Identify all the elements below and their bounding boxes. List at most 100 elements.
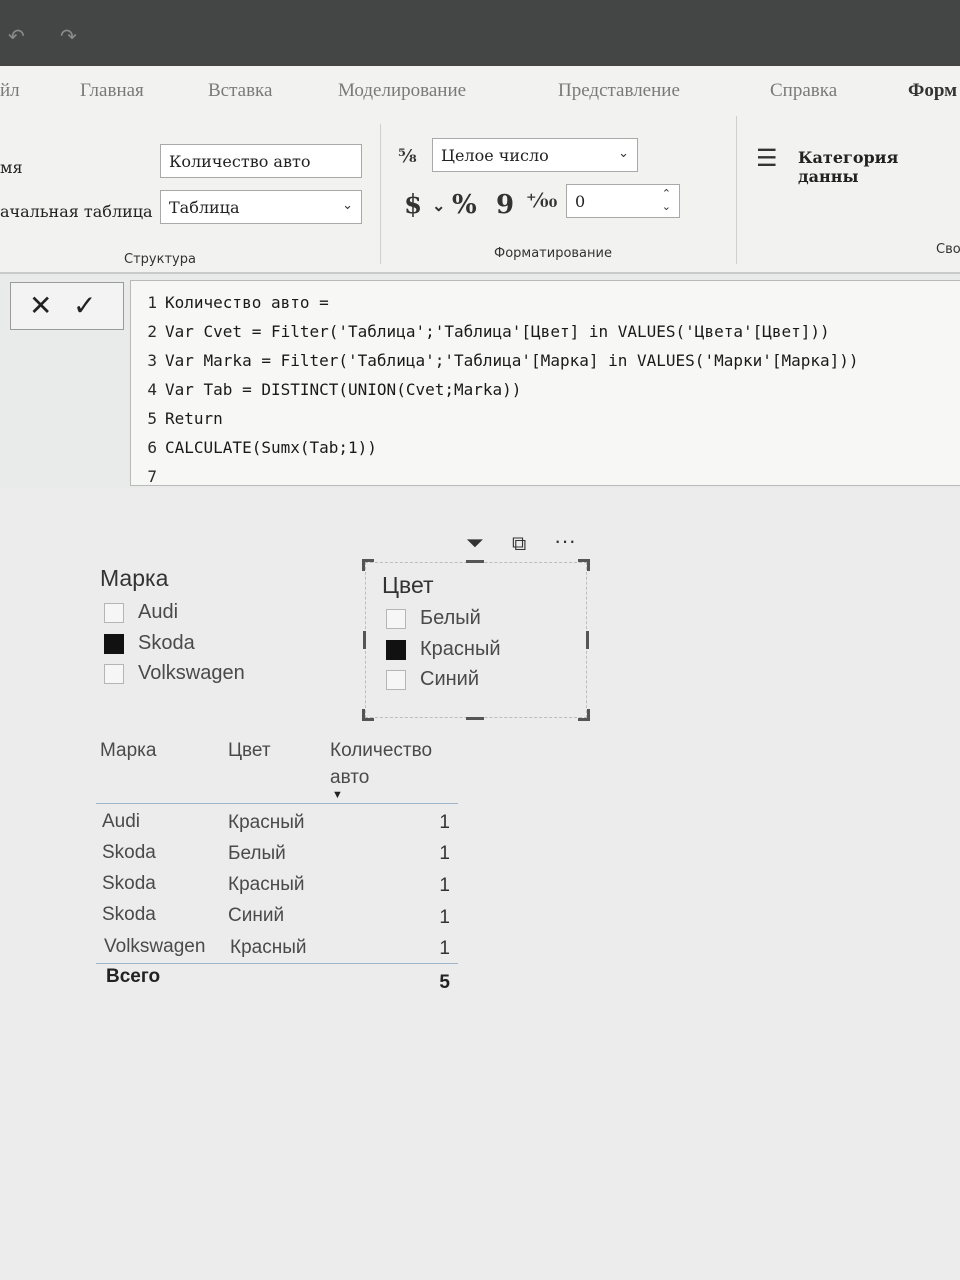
tab-home[interactable]: Главная <box>80 80 144 102</box>
divider <box>736 116 737 264</box>
checkbox[interactable] <box>386 670 406 690</box>
resize-handle[interactable] <box>362 709 365 721</box>
group-properties-label: Сво <box>936 242 960 257</box>
cell-count: 1 <box>439 843 450 864</box>
code-line: 6 CALCULATE(Sumx(Tab;1)) <box>131 438 377 457</box>
cell-color: Красный <box>230 937 307 958</box>
sort-descending-icon[interactable]: ▼ <box>332 789 343 801</box>
tab-modeling[interactable]: Моделирование <box>338 80 466 102</box>
cell-color: Красный <box>228 874 305 895</box>
slicer-item-label: Синий <box>420 668 480 690</box>
focus-mode-icon[interactable]: ⧉ <box>512 533 526 556</box>
decimal-places-value: 0 <box>575 192 586 211</box>
redo-icon[interactable]: ↷ <box>60 24 77 49</box>
cell-brand: Audi <box>102 811 141 832</box>
line-number: 1 <box>147 293 157 312</box>
code-line: 2 Var Cvet = Filter('Таблица';'Таблица'[Ц… <box>131 322 830 341</box>
title-bar: ↶ ↷ <box>0 0 960 66</box>
resize-handle[interactable] <box>466 717 484 720</box>
code-text: Var Tab = DISTINCT(UNION(Cvet;Marka)) <box>165 380 522 399</box>
column-header-count-line2[interactable]: авто <box>330 767 369 789</box>
filter-icon[interactable]: ⏷ <box>466 530 484 556</box>
slicer-item-label: Volkswagen <box>138 662 245 684</box>
checkbox[interactable] <box>104 664 124 684</box>
slicer-item-label: Skoda <box>138 632 195 654</box>
slicer-title: Марка <box>100 565 169 591</box>
measure-name-field[interactable]: Количество авто <box>160 144 362 178</box>
percent-button[interactable]: % <box>452 190 477 220</box>
data-category-label[interactable]: Категория данны <box>798 148 960 186</box>
name-label: мя <box>0 158 23 177</box>
checkmark-icon[interactable]: ✓ <box>73 289 96 322</box>
cell-count: 1 <box>439 875 450 896</box>
code-text: Количество авто = <box>165 293 329 312</box>
code-text: Var Cvet = Filter('Таблица';'Таблица'[Цв… <box>165 322 830 341</box>
currency-button[interactable]: $ <box>404 190 422 220</box>
slicer-item-label: Audi <box>138 601 179 623</box>
resize-handle[interactable] <box>466 560 484 563</box>
cell-color: Синий <box>228 905 285 926</box>
divider <box>380 124 381 264</box>
line-number: 5 <box>147 409 157 428</box>
data-category-icon: ☰ <box>756 144 778 172</box>
column-header-brand[interactable]: Марка <box>100 740 156 762</box>
code-line: 7 <box>131 467 165 486</box>
chevron-down-icon[interactable]: ⌄ <box>432 196 445 215</box>
code-line: 4 Var Tab = DISTINCT(UNION(Cvet;Marka)) <box>131 380 521 399</box>
close-icon[interactable]: ✕ <box>29 289 52 322</box>
cell-color: Красный <box>228 812 305 833</box>
ribbon: йл Главная Вставка Моделирование Предста… <box>0 66 960 274</box>
cell-count: 1 <box>439 812 450 833</box>
home-table-select[interactable]: Таблица ⌄ <box>160 190 362 224</box>
formula-bar: ✕ ✓ 1 Количество авто = 2 Var Cvet = Filte… <box>0 274 960 486</box>
cell-count: 1 <box>439 938 450 959</box>
code-line: 5 Return <box>131 409 223 428</box>
home-table-label: ачальная таблица <box>0 202 153 221</box>
chevron-down-icon: ⌄ <box>618 146 629 161</box>
chevron-up-icon[interactable]: ⌃ <box>662 187 671 200</box>
more-options-icon[interactable]: ··· <box>554 528 576 554</box>
resize-handle[interactable] <box>586 631 589 649</box>
code-line: 1 Количество авто = <box>131 293 329 312</box>
tab-insert[interactable]: Вставка <box>208 80 272 102</box>
line-number: 2 <box>147 322 157 341</box>
resize-handle[interactable] <box>362 559 365 571</box>
header-divider <box>96 803 458 804</box>
thousands-separator-button[interactable]: 9 <box>496 190 514 220</box>
cell-brand: Skoda <box>102 904 156 925</box>
decimal-places-stepper[interactable]: 0 ⌃ ⌄ <box>566 184 680 218</box>
format-select[interactable]: Целое число ⌄ <box>432 138 638 172</box>
total-value: 5 <box>439 972 450 993</box>
tab-format[interactable]: Форм <box>908 80 957 102</box>
measure-name-value: Количество авто <box>169 152 311 171</box>
checkbox[interactable] <box>104 634 124 654</box>
tab-view[interactable]: Представление <box>558 80 680 102</box>
tab-help[interactable]: Справка <box>770 80 837 102</box>
dax-editor[interactable]: 1 Количество авто = 2 Var Cvet = Filter('Т… <box>130 280 960 486</box>
code-text: CALCULATE(Sumx(Tab;1)) <box>165 438 377 457</box>
resize-handle[interactable] <box>587 559 590 571</box>
undo-icon[interactable]: ↶ <box>8 24 25 49</box>
checkbox[interactable] <box>386 609 406 629</box>
cell-brand: Volkswagen <box>104 936 206 957</box>
home-table-value: Таблица <box>169 198 240 217</box>
resize-handle[interactable] <box>587 709 590 721</box>
column-header-count[interactable]: Количество <box>330 740 432 762</box>
cell-brand: Skoda <box>102 873 156 894</box>
line-number: 3 <box>147 351 157 370</box>
checkbox[interactable] <box>386 640 406 660</box>
group-formatting-label: Форматирование <box>494 246 612 261</box>
cell-count: 1 <box>439 907 450 928</box>
checkbox[interactable] <box>104 603 124 623</box>
tab-file[interactable]: йл <box>0 80 20 102</box>
chevron-down-icon[interactable]: ⌄ <box>662 200 671 213</box>
format-icon: ⁵⁄₈ <box>398 146 417 167</box>
code-text: Return <box>165 409 223 428</box>
chevron-down-icon: ⌄ <box>342 198 353 213</box>
resize-handle[interactable] <box>363 631 366 649</box>
group-structure-label: Структура <box>124 252 196 267</box>
column-header-color[interactable]: Цвет <box>228 740 271 762</box>
format-value: Целое число <box>441 146 549 165</box>
formula-actions: ✕ ✓ <box>10 282 124 330</box>
decimal-places-icon[interactable]: ⁺⁄₀₀ <box>526 188 557 212</box>
